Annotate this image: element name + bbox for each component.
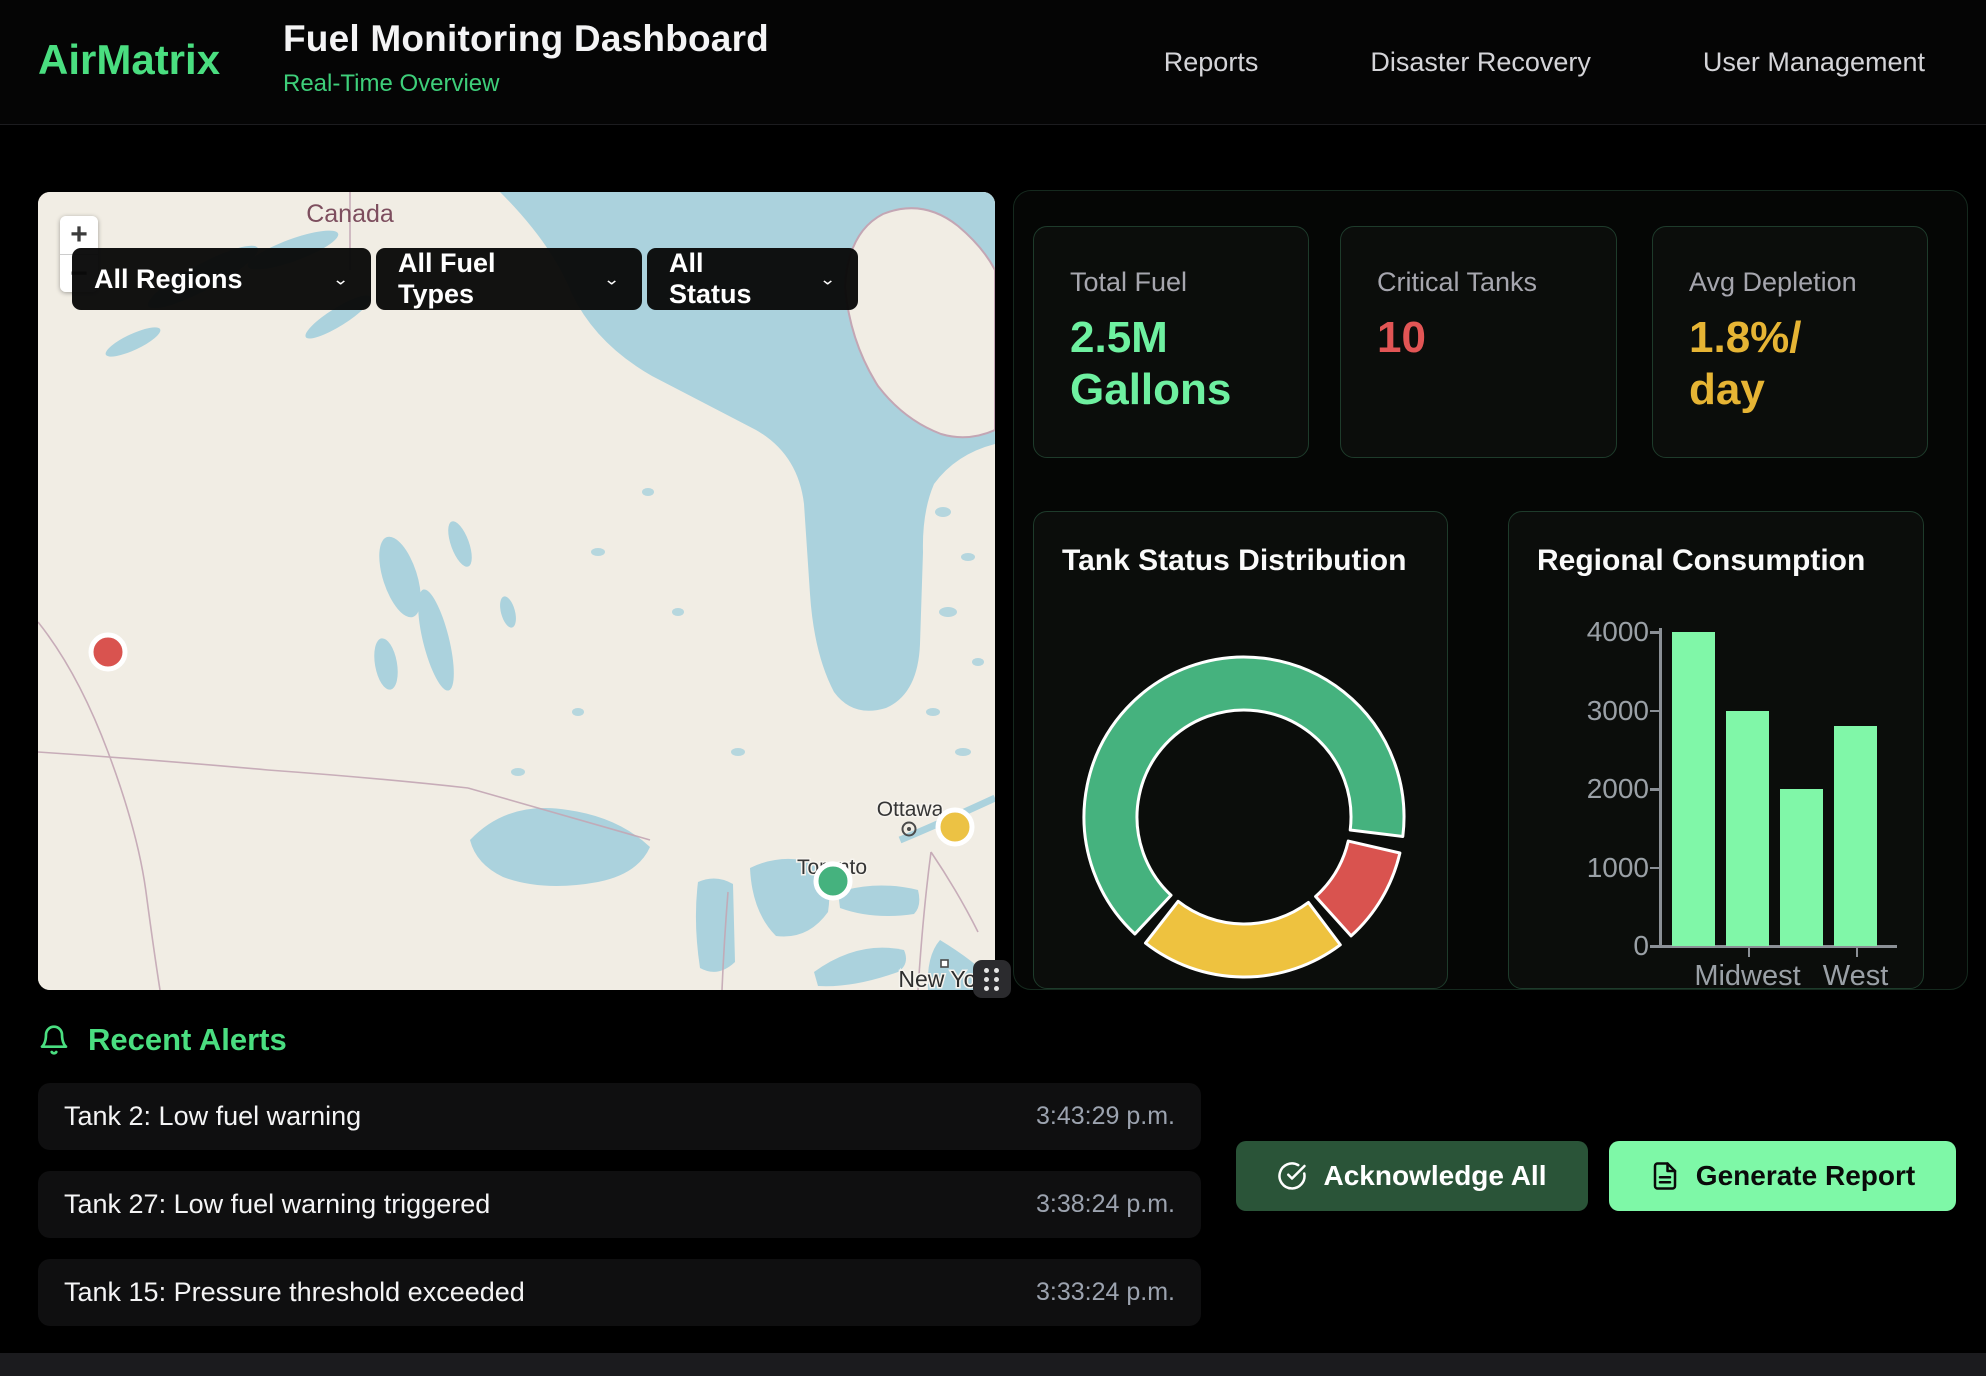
donut-segment-critical: [1316, 841, 1400, 936]
y-tick-mark: [1650, 788, 1660, 791]
x-tick-label: West: [1823, 960, 1889, 989]
tank-status-chart-card: Tank Status Distribution: [1033, 511, 1448, 989]
y-tick-label: 0: [1529, 930, 1649, 962]
consumption-bar: [1780, 789, 1823, 946]
stat-value: 2.5M Gallons: [1070, 312, 1260, 416]
y-tick-label: 4000: [1529, 616, 1649, 648]
fuel-map[interactable]: Canada Ottawa Toronto New York + − All R…: [38, 192, 995, 990]
alert-text: Tank 15: Pressure threshold exceeded: [64, 1277, 525, 1308]
tank-marker-warning[interactable]: [938, 810, 972, 844]
alert-row[interactable]: Tank 27: Low fuel warning triggered 3:38…: [38, 1171, 1201, 1238]
brand-logo: AirMatrix: [38, 36, 220, 84]
stat-card-avg-depletion: Avg Depletion 1.8%/ day: [1652, 226, 1928, 458]
y-tick-mark: [1650, 631, 1660, 634]
map-resize-handle[interactable]: [973, 960, 1011, 998]
chevron-down-icon: ⌄: [332, 269, 349, 289]
check-circle-icon: [1277, 1161, 1307, 1191]
alert-row[interactable]: Tank 15: Pressure threshold exceeded 3:3…: [38, 1259, 1201, 1326]
alert-text: Tank 27: Low fuel warning triggered: [64, 1189, 490, 1220]
tank-marker-critical[interactable]: [91, 635, 125, 669]
consumption-bar: [1726, 711, 1769, 947]
map-label-canada: Canada: [306, 200, 394, 228]
generate-report-button[interactable]: Generate Report: [1609, 1141, 1956, 1211]
recent-alerts-header: Recent Alerts: [38, 1022, 287, 1058]
stat-label: Critical Tanks: [1377, 267, 1616, 298]
alerts-title: Recent Alerts: [88, 1022, 287, 1058]
map-label-ottawa: Ottawa: [877, 798, 944, 821]
alert-text: Tank 2: Low fuel warning: [64, 1101, 361, 1132]
page-title: Fuel Monitoring Dashboard: [283, 18, 769, 60]
regional-consumption-chart-card: Regional Consumption 01000200030004000Mi…: [1508, 511, 1924, 989]
x-tick-mark: [1748, 947, 1751, 957]
alert-timestamp: 3:33:24 p.m.: [1036, 1278, 1175, 1307]
stat-label: Avg Depletion: [1689, 267, 1927, 298]
chevron-down-icon: ⌄: [603, 269, 620, 289]
x-tick-label: Midwest: [1694, 960, 1800, 989]
main-nav: Reports Disaster Recovery User Managemen…: [1164, 0, 1925, 125]
chevron-down-icon: ⌄: [819, 269, 836, 289]
stat-label: Total Fuel: [1070, 267, 1308, 298]
report-document-icon: [1650, 1161, 1680, 1191]
bell-icon: [38, 1024, 70, 1056]
stat-card-critical-tanks: Critical Tanks 10: [1340, 226, 1617, 458]
consumption-bar: [1672, 632, 1715, 946]
nav-user-management[interactable]: User Management: [1703, 47, 1925, 78]
y-tick-mark: [1650, 710, 1660, 713]
alert-timestamp: 3:38:24 p.m.: [1036, 1190, 1175, 1219]
map-canvas: Canada Ottawa Toronto New York: [38, 192, 995, 990]
alert-row[interactable]: Tank 2: Low fuel warning 3:43:29 p.m.: [38, 1083, 1201, 1150]
y-tick-mark: [1650, 945, 1660, 948]
y-tick-mark: [1650, 867, 1660, 870]
y-tick-label: 3000: [1529, 695, 1649, 727]
stat-card-total-fuel: Total Fuel 2.5M Gallons: [1033, 226, 1309, 458]
page-subtitle: Real-Time Overview: [283, 70, 769, 98]
generate-report-label: Generate Report: [1696, 1160, 1915, 1192]
y-tick-label: 1000: [1529, 852, 1649, 884]
fuel-type-filter-dropdown[interactable]: All Fuel Types ⌄: [376, 248, 642, 310]
status-filter-dropdown[interactable]: All Status ⌄: [647, 248, 858, 310]
stat-value: 1.8%/ day: [1689, 312, 1879, 416]
region-filter-dropdown[interactable]: All Regions ⌄: [72, 248, 371, 310]
y-tick-label: 2000: [1529, 773, 1649, 805]
bottom-scroll-strip[interactable]: [0, 1353, 1986, 1376]
donut-segment-warning: [1145, 901, 1340, 977]
tank-status-donut-chart: [1034, 512, 1448, 989]
fuel-type-filter-value: All Fuel Types: [398, 248, 577, 310]
region-filter-value: All Regions: [94, 264, 243, 295]
tank-marker-normal[interactable]: [816, 864, 850, 898]
x-tick-mark: [1856, 947, 1859, 957]
status-filter-value: All Status: [669, 248, 793, 310]
nav-reports[interactable]: Reports: [1164, 47, 1259, 78]
title-block: Fuel Monitoring Dashboard Real-Time Over…: [283, 18, 769, 98]
nav-disaster-recovery[interactable]: Disaster Recovery: [1370, 47, 1591, 78]
top-bar: AirMatrix Fuel Monitoring Dashboard Real…: [0, 0, 1986, 125]
overview-panel: Total Fuel 2.5M Gallons Critical Tanks 1…: [1013, 190, 1968, 990]
alert-timestamp: 3:43:29 p.m.: [1036, 1102, 1175, 1131]
stat-value: 10: [1377, 312, 1567, 364]
acknowledge-all-button[interactable]: Acknowledge All: [1236, 1141, 1588, 1211]
regional-consumption-bar-chart: 0 1000 2000 3000 4000 Midwest West: [1509, 512, 1924, 989]
consumption-bar: [1834, 726, 1877, 946]
map-filter-bar: All Regions ⌄ All Fuel Types ⌄ All Statu…: [72, 248, 858, 310]
acknowledge-all-label: Acknowledge All: [1323, 1160, 1546, 1192]
